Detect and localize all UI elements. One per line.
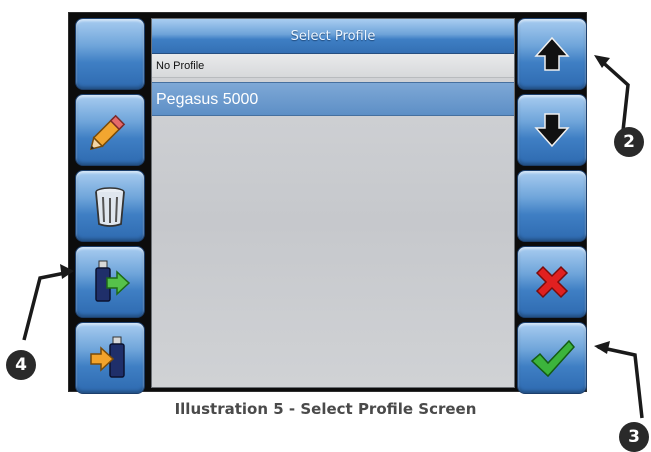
figure-caption: Illustration 5 - Select Profile Screen <box>174 400 477 418</box>
callout-4: 4 <box>6 350 36 380</box>
callout-3: 3 <box>619 422 649 452</box>
callout-arrows <box>22 55 644 419</box>
callout-2: 2 <box>614 127 644 157</box>
